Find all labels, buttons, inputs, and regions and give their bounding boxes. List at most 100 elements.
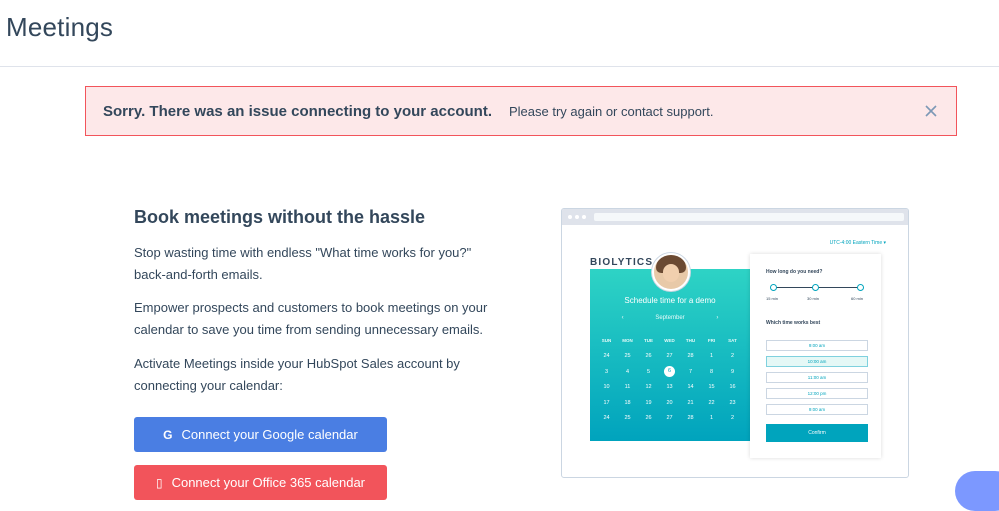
browser-dot	[582, 215, 586, 219]
calendar-day: 24	[596, 353, 617, 359]
calendar-day-number: 9	[730, 368, 735, 375]
alert-title: Sorry. There was an issue connecting to …	[103, 102, 492, 120]
calendar-day-number: 26	[645, 353, 652, 360]
calendar-day-number: 21	[687, 399, 694, 406]
calendar-day-number: 20	[666, 399, 673, 406]
calendar-day-number: 1	[709, 353, 714, 360]
connect-office365-calendar-button[interactable]: ▯ Connect your Office 365 calendar	[134, 465, 387, 500]
calendar-day-number: 13	[666, 384, 673, 391]
url-bar	[594, 213, 904, 221]
google-icon: G	[163, 427, 173, 442]
calendar-day: 27	[659, 415, 680, 421]
browser-dot	[575, 215, 579, 219]
calendar-day-number: 27	[666, 353, 673, 360]
duration-dot	[770, 284, 777, 291]
calendar-day-number: 7	[688, 368, 693, 375]
calendar-day: 27	[659, 353, 680, 359]
calendar-day: 25	[617, 353, 638, 359]
calendar-day-number: 22	[708, 399, 715, 406]
time-slot: 9:00 am	[766, 340, 868, 351]
time-slot: 12:00 pm	[766, 388, 868, 399]
browser-dot	[568, 215, 572, 219]
calendar-panel: Schedule time for a demo ‹ September › S…	[590, 269, 750, 441]
calendar-day: 10	[596, 384, 617, 390]
calendar-day-number: 28	[687, 415, 694, 422]
calendar-title: Schedule time for a demo	[624, 296, 716, 305]
error-alert: Sorry. There was an issue connecting to …	[85, 86, 957, 136]
calendar-day: 8	[701, 369, 722, 375]
timezone-label: UTC-4:00 Eastern Time ▾	[829, 240, 886, 246]
calendar-day: 16	[722, 384, 743, 390]
calendar-day: 26	[638, 415, 659, 421]
calendar-day-number: 11	[624, 384, 631, 391]
calendar-day-number: 6	[664, 366, 675, 378]
calendar-day-number: 3	[604, 368, 609, 375]
calendar-day: 17	[596, 400, 617, 406]
month-nav: ‹ September ›	[590, 315, 750, 321]
meetings-illustration: UTC-4:00 Eastern Time ▾ BIOLYTICS Schedu…	[561, 208, 909, 478]
calendar-day: 28	[680, 353, 701, 359]
calendar-day: 20	[659, 400, 680, 406]
calendar-day: 18	[617, 400, 638, 406]
calendar-day-number: 18	[624, 399, 631, 406]
duration-label: 15 min	[766, 296, 779, 301]
calendar-day-number: 2	[730, 415, 735, 422]
month-label: September	[655, 315, 685, 321]
calendar-day-number: 5	[646, 368, 651, 375]
calendar-day-number: 4	[625, 368, 630, 375]
calendar-day: 6	[659, 366, 680, 378]
weekday-label: SAT	[728, 338, 737, 344]
calendar-day-number: 8	[709, 368, 714, 375]
calendar-day: 4	[617, 369, 638, 375]
calendar-day: 5	[638, 369, 659, 375]
calendar-day-number: 2	[730, 353, 735, 360]
weekday-label: MON	[622, 338, 633, 344]
calendar-day: 2	[722, 415, 743, 421]
connect-google-label: Connect your Google calendar	[181, 427, 358, 442]
calendar-day: 24	[596, 415, 617, 421]
activate-paragraph: Activate Meetings inside your HubSpot Sa…	[134, 356, 460, 393]
chevron-left-icon: ‹	[621, 315, 624, 321]
calendar-week: 24 25 26 27 28 1 2	[596, 411, 744, 427]
chat-widget-button[interactable]	[955, 471, 999, 511]
calendar-day-number: 23	[729, 399, 736, 406]
close-icon[interactable]	[924, 104, 938, 118]
alert-message: Please try again or contact support.	[508, 103, 714, 119]
calendar-week: 24 25 26 27 28 1 2	[596, 349, 744, 365]
calendar-day: 12	[638, 384, 659, 390]
calendar-day-number: 27	[666, 415, 673, 422]
calendar-day-number: 25	[624, 415, 631, 422]
duration-label: 60 min	[851, 296, 864, 301]
calendar-day-number: 17	[603, 399, 610, 406]
connect-office-label: Connect your Office 365 calendar	[171, 475, 366, 490]
calendar-day-number: 24	[603, 415, 610, 422]
calendar-day: 7	[680, 369, 701, 375]
calendar-day: 13	[659, 384, 680, 390]
duration-dot	[812, 284, 819, 291]
weekday-label: WED	[664, 338, 675, 344]
calendar-day-number: 12	[645, 384, 652, 391]
time-question: Which time works best	[766, 320, 821, 326]
calendar-day-number: 10	[603, 384, 610, 391]
calendar-day-number: 15	[708, 384, 715, 391]
calendar-day: 11	[617, 384, 638, 390]
calendar-day: 26	[638, 353, 659, 359]
calendar-day: 22	[701, 400, 722, 406]
booking-panel: How long do you need? 15 min 30 min 60 m…	[750, 254, 881, 458]
calendar-day: 15	[701, 384, 722, 390]
calendar-day-number: 19	[645, 399, 652, 406]
calendar-day: 19	[638, 400, 659, 406]
time-slot: 9:00 am	[766, 404, 868, 415]
header-divider	[0, 66, 999, 67]
calendar-day-number: 16	[729, 384, 736, 391]
calendar-day-number: 25	[624, 353, 631, 360]
time-slot: 11:00 am	[766, 372, 868, 383]
calendar-day: 2	[722, 353, 743, 359]
page-title: Meetings	[6, 12, 114, 42]
calendar-week: 10 11 12 13 14 15 16	[596, 380, 744, 396]
connect-google-calendar-button[interactable]: G Connect your Google calendar	[134, 417, 387, 452]
weekday-label: TUE	[644, 338, 653, 344]
calendar-day: 1	[701, 353, 722, 359]
content-heading: Book meetings without the hassle	[134, 207, 426, 227]
calendar-week: 3 4 5 6 7 8 9	[596, 364, 744, 380]
